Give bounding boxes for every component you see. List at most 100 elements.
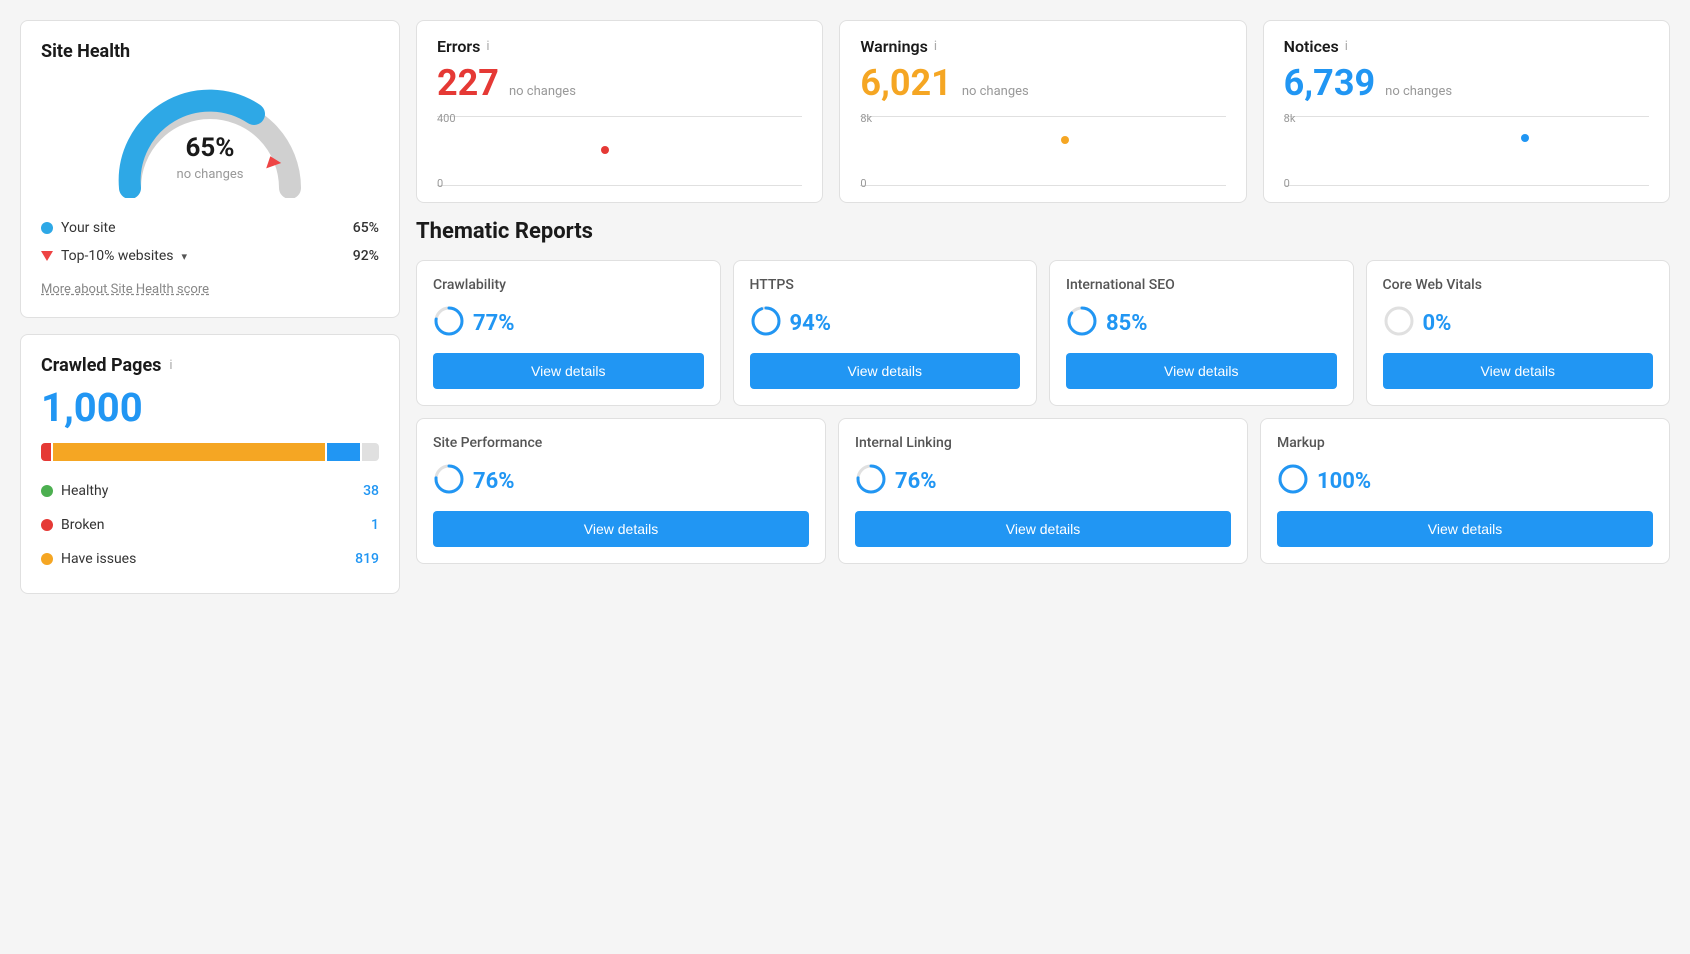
your-site-value: 65% [353, 220, 379, 236]
warnings-chart-line-top [860, 116, 1225, 117]
warnings-chart-dot [1061, 136, 1069, 144]
chevron-down-icon: ▾ [182, 250, 188, 263]
view-details-button[interactable]: View details [750, 353, 1021, 389]
errors-info-icon[interactable]: i [486, 39, 489, 54]
reports-grid-bottom: Site Performance 76%View detailsInternal… [416, 418, 1670, 564]
legend-issues: Have issues 819 [41, 545, 379, 573]
more-about-link[interactable]: More about Site Health score [41, 282, 209, 297]
notices-no-changes: no changes [1385, 84, 1452, 99]
notices-value: 6,739 [1284, 62, 1375, 104]
errors-label: Errors [437, 37, 480, 56]
errors-chart-line-top [437, 116, 802, 117]
broken-value: 1 [371, 517, 379, 533]
site-health-card: Site Health 65% no changes [20, 20, 400, 318]
warnings-header: Warnings i [860, 37, 1225, 56]
dot-blue-icon [41, 222, 53, 234]
report-card-internal-linking: Internal Linking 76% View details [838, 418, 1248, 564]
report-card-https: HTTPS 94% View details [733, 260, 1038, 406]
circle-progress-icon [1066, 305, 1098, 341]
errors-chart-top-label: 400 [437, 112, 456, 125]
report-score-row: 76% [855, 463, 1231, 499]
errors-chart-bottom-label: 0 [437, 177, 443, 190]
report-score: 94% [790, 311, 832, 336]
issues-label: Have issues [61, 551, 136, 567]
crawled-legend: Healthy 38 Broken 1 Have issues [41, 477, 379, 573]
legend-broken: Broken 1 [41, 511, 379, 539]
reports-grid-top: Crawlability 77% View details HTTPS 94% Vie… [416, 260, 1670, 406]
view-details-button[interactable]: View details [433, 353, 704, 389]
your-site-label: Your site [61, 220, 116, 236]
site-health-title: Site Health [41, 41, 379, 62]
warnings-chart: 8k 0 [860, 116, 1225, 186]
notices-chart-line-bottom [1284, 185, 1649, 186]
notices-chart-dot [1521, 134, 1529, 142]
notices-label: Notices [1284, 37, 1339, 56]
thematic-reports-section: Thematic Reports Crawlability 77% View de… [416, 219, 1670, 564]
report-score-row: 77% [433, 305, 704, 341]
report-score: 100% [1317, 469, 1371, 494]
site-health-legend: Your site 65% Top-10% websites ▾ 92% [41, 214, 379, 270]
dashboard: Site Health 65% no changes [20, 20, 1670, 594]
report-card-international-seo: International SEO 85%View details [1049, 260, 1354, 406]
report-score: 76% [473, 469, 515, 494]
triangle-down-icon [41, 251, 53, 261]
crawled-pages-title: Crawled Pages [41, 355, 161, 376]
report-name: Site Performance [433, 435, 809, 451]
report-name: Crawlability [433, 277, 704, 293]
report-name: HTTPS [750, 277, 1021, 293]
circle-progress-icon [433, 463, 465, 499]
healthy-label: Healthy [61, 483, 108, 499]
report-card-core-web-vitals: Core Web Vitals 0%View details [1366, 260, 1671, 406]
warnings-label: Warnings [860, 37, 928, 56]
gauge-percent: 65% [177, 133, 244, 163]
healthy-value: 38 [363, 483, 379, 499]
view-details-button[interactable]: View details [1066, 353, 1337, 389]
view-details-button[interactable]: View details [433, 511, 809, 547]
seg-healthy [327, 443, 360, 461]
dot-green-icon [41, 485, 53, 497]
report-name: International SEO [1066, 277, 1337, 293]
errors-no-changes: no changes [509, 84, 576, 99]
report-score-row: 0% [1383, 305, 1654, 341]
broken-label: Broken [61, 517, 104, 533]
circle-progress-icon [433, 305, 465, 341]
errors-chart: 400 0 [437, 116, 802, 186]
gauge-container: 65% no changes [41, 78, 379, 198]
legend-healthy: Healthy 38 [41, 477, 379, 505]
progress-bar [41, 443, 379, 461]
errors-header: Errors i [437, 37, 802, 56]
thematic-reports-title: Thematic Reports [416, 219, 1670, 244]
report-score-row: 94% [750, 305, 1021, 341]
crawled-pages-info-icon[interactable]: i [169, 358, 172, 373]
notices-header: Notices i [1284, 37, 1649, 56]
dot-red-icon [41, 519, 53, 531]
notices-info-icon[interactable]: i [1345, 39, 1348, 54]
left-column: Site Health 65% no changes [20, 20, 400, 594]
issues-value: 819 [355, 551, 379, 567]
notices-chart-bottom-label: 0 [1284, 177, 1290, 190]
warnings-info-icon[interactable]: i [934, 39, 937, 54]
notices-card: Notices i 6,739 no changes 8k 0 [1263, 20, 1670, 203]
seg-other [362, 443, 379, 461]
report-name: Internal Linking [855, 435, 1231, 451]
report-score: 77% [473, 311, 515, 336]
report-name: Markup [1277, 435, 1653, 451]
errors-chart-dot [601, 146, 609, 154]
report-card-crawlability: Crawlability 77% View details [416, 260, 721, 406]
report-card-markup: Markup 100% View details [1260, 418, 1670, 564]
view-details-button[interactable]: View details [1383, 353, 1654, 389]
warnings-chart-top-label: 8k [860, 112, 872, 125]
view-details-button[interactable]: View details [855, 511, 1231, 547]
view-details-button[interactable]: View details [1277, 511, 1653, 547]
errors-chart-line-bottom [437, 185, 802, 186]
warnings-value: 6,021 [860, 62, 951, 104]
crawled-pages-card: Crawled Pages i 1,000 Healthy 38 [20, 334, 400, 594]
dot-orange-icon [41, 553, 53, 565]
seg-issues [53, 443, 325, 461]
circle-progress-icon [750, 305, 782, 341]
errors-value-row: 227 no changes [437, 62, 802, 104]
top10-label: Top-10% websites [61, 248, 174, 264]
top10-value: 92% [353, 248, 379, 264]
metrics-row: Errors i 227 no changes 400 0 W [416, 20, 1670, 203]
warnings-no-changes: no changes [962, 84, 1029, 99]
